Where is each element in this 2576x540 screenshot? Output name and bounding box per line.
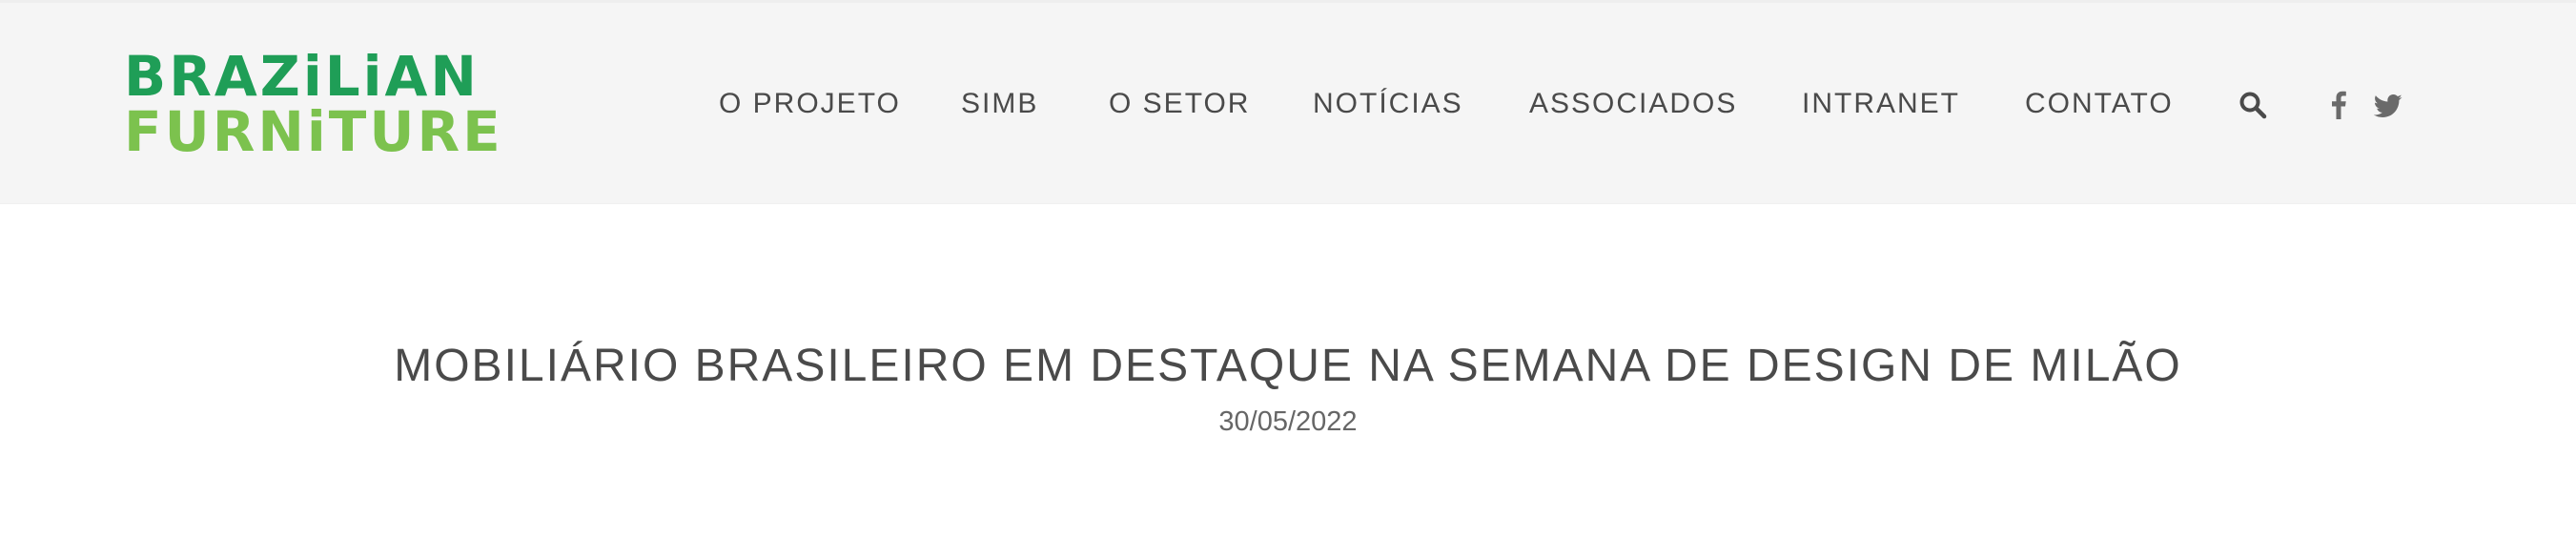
- nav-item-associados[interactable]: ASSOCIADOS: [1529, 87, 1737, 121]
- article-date: 30/05/2022: [1218, 406, 1358, 437]
- nav-item-noticias[interactable]: NOTÍCIAS: [1313, 87, 1463, 121]
- facebook-icon[interactable]: [2330, 91, 2347, 119]
- nav-item-simb[interactable]: SIMB: [961, 87, 1038, 121]
- twitter-icon[interactable]: [2373, 94, 2402, 117]
- article-title: MOBILIÁRIO BRASILEIRO EM DESTAQUE NA SEM…: [394, 341, 2182, 391]
- nav-item-o-setor[interactable]: O SETOR: [1109, 87, 1250, 121]
- main-nav: O PROJETO SIMB O SETOR NOTÍCIAS ASSOCIAD…: [0, 3, 2576, 207]
- nav-item-contato[interactable]: CONTATO: [2025, 87, 2174, 121]
- nav-item-intranet[interactable]: INTRANET: [1802, 87, 1960, 121]
- site-header: BRAZiLiAN FURNiTURE O PROJETO SIMB O SET…: [0, 0, 2576, 204]
- nav-item-o-projeto[interactable]: O PROJETO: [719, 87, 901, 121]
- search-icon[interactable]: [2239, 91, 2267, 119]
